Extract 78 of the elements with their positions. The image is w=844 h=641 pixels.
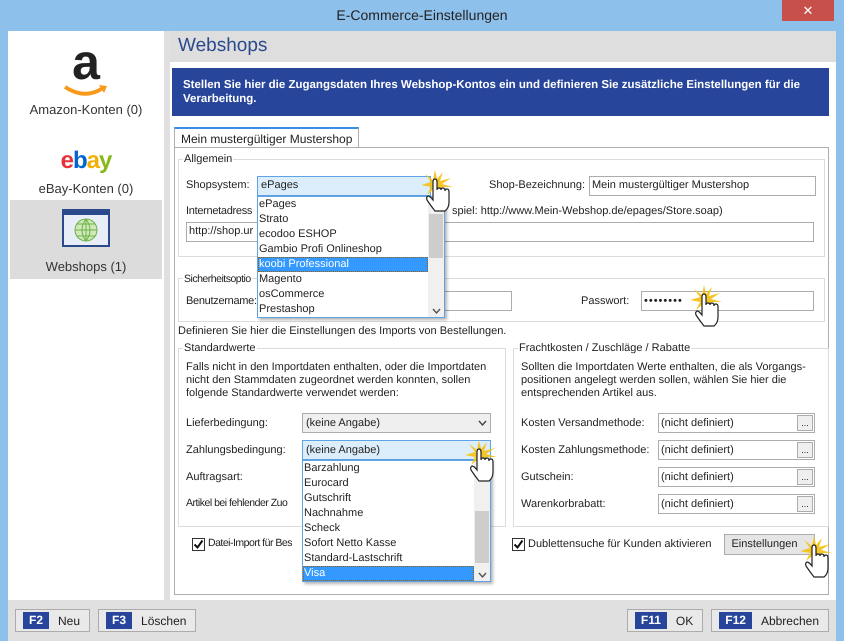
dropdown[interactable]: ePages bbox=[257, 176, 431, 196]
field-label: Zahlungsbedingung: bbox=[186, 442, 287, 458]
settings-button[interactable]: Einstellungen bbox=[724, 534, 816, 555]
text-field[interactable]: Mein mustergültiger Mustershop bbox=[589, 176, 816, 196]
chevron-down-icon bbox=[478, 420, 487, 426]
dropdown-option[interactable]: Barzahlung bbox=[303, 460, 474, 476]
key-badge: F12 bbox=[719, 612, 752, 629]
group-title: Sicherheitsoptio bbox=[184, 272, 251, 284]
field-label: Lieferbedingung: bbox=[186, 416, 269, 430]
checkbox-label: Datei-Import für Bes bbox=[208, 536, 292, 552]
chevron-down-icon[interactable] bbox=[432, 308, 441, 314]
key-badge: F3 bbox=[106, 612, 132, 629]
info-banner: Stellen Sie hier die Zugangsdaten Ihres Webshop-Kontos ein und definieren Sie zusätzliche Einstellungen für die Verarbeitung. bbox=[172, 68, 829, 116]
lookup-field[interactable]: (nicht definiert) ... bbox=[658, 494, 815, 514]
close-button[interactable]: ✕ bbox=[782, 0, 834, 21]
lookup-field[interactable]: (nicht definiert) ... bbox=[658, 466, 815, 487]
checkbox[interactable] bbox=[192, 538, 205, 551]
browser-globe-icon bbox=[62, 209, 110, 247]
group-title: Allgemein bbox=[184, 153, 232, 165]
key-badge: F2 bbox=[23, 612, 50, 629]
window-title: E-Commerce-Einstellungen bbox=[336, 6, 508, 25]
group-title: Frachtkosten / Zuschläge / Rabatte bbox=[519, 342, 690, 354]
field-label: Auftragsart: bbox=[186, 470, 243, 484]
field-label: Gutschein: bbox=[521, 470, 575, 484]
field-label: Benutzername: bbox=[186, 295, 257, 307]
lookup-field[interactable]: (nicht definiert) ... bbox=[658, 412, 815, 433]
footer-button[interactable]: F11 OK bbox=[626, 609, 704, 632]
description-text: Sollten die Importdaten Werte enthalten, die als Vorgangs-positionen angelegt werden sollen, wählen Sie hier die entsprechenden Artikel aus. bbox=[521, 360, 807, 400]
chevron-down-icon[interactable] bbox=[478, 572, 487, 578]
dropdown-option[interactable]: Gambio Profi Onlineshop bbox=[258, 242, 428, 256]
footer-button[interactable]: F2 Neu bbox=[15, 609, 90, 632]
browse-button[interactable]: ... bbox=[797, 442, 813, 458]
sidebar-item[interactable]: Webshops (1) bbox=[10, 200, 162, 278]
footer-button[interactable]: F12 Abbrechen bbox=[711, 609, 829, 632]
dropdown-option[interactable]: Magento bbox=[258, 272, 428, 286]
browse-button[interactable]: ... bbox=[797, 414, 813, 431]
dropdown[interactable]: (keine Angabe) bbox=[302, 412, 491, 433]
description-text: Falls nicht in den Importdaten enthalten, oder die Importdaten nicht den Stammdaten zugeordnet werden konnten, sollen folgende Standardwerte verwendet werden: bbox=[186, 360, 488, 400]
dropdown-option[interactable]: Scheck bbox=[303, 520, 474, 536]
field-label: Passwort: bbox=[581, 294, 630, 309]
page-heading: Webshops bbox=[178, 34, 268, 58]
dropdown-option[interactable]: Standard-Lastschrift bbox=[303, 550, 474, 566]
dropdown-option[interactable]: ecodoo ESHOP bbox=[258, 226, 428, 242]
dropdown-option[interactable]: Eurocard bbox=[303, 476, 474, 491]
dropdown-option[interactable]: osCommerce bbox=[258, 286, 428, 302]
dropdown-option[interactable]: Nachnahme bbox=[303, 506, 474, 521]
field-label: Shop-Bezeichnung: bbox=[489, 178, 586, 194]
field-label: Kosten Zahlungsmethode: bbox=[521, 442, 650, 458]
scrollbar-thumb[interactable] bbox=[429, 214, 443, 258]
dropdown-option[interactable]: Prestashop bbox=[258, 302, 428, 316]
field-label: Warenkorbrabatt: bbox=[521, 496, 607, 512]
footer-button[interactable]: F3 Löschen bbox=[98, 609, 196, 632]
dropdown-option[interactable]: Gutschrift bbox=[303, 490, 474, 506]
smile-arrow-icon bbox=[63, 84, 109, 98]
sidebar-label: eBay-Konten (0) bbox=[38, 180, 134, 198]
dropdown-option[interactable]: Sofort Netto Kasse bbox=[303, 536, 474, 551]
dropdown-option[interactable]: ePages bbox=[258, 196, 428, 212]
dropdown[interactable]: (keine Angabe) bbox=[302, 440, 491, 460]
hint-text: spiel: http://www.Mein-Webshop.de/epages/Store.soap) bbox=[452, 204, 723, 220]
field-label: Internetadress bbox=[186, 204, 254, 220]
sidebar-label: Amazon-Konten (0) bbox=[30, 101, 142, 119]
browse-button[interactable]: ... bbox=[797, 468, 813, 485]
logo-letter: a bbox=[72, 40, 100, 84]
group-title: Standardwerte bbox=[184, 342, 256, 354]
password-field[interactable]: •••••••• bbox=[641, 291, 814, 312]
browse-button[interactable]: ... bbox=[797, 496, 813, 512]
field-label: Artikel bei fehlender Zuo bbox=[186, 496, 288, 511]
lookup-field[interactable]: (nicht definiert) ... bbox=[658, 440, 815, 460]
sidebar-label: Webshops (1) bbox=[46, 258, 126, 276]
field-label: Shopsystem: bbox=[186, 178, 251, 194]
scrollbar-thumb[interactable] bbox=[475, 510, 489, 563]
logo-text: ebay bbox=[60, 146, 112, 176]
info-text: Definieren Sie hier die Einstellungen des Imports von Bestellungen. bbox=[178, 324, 506, 339]
field-label: Kosten Versandmethode: bbox=[521, 416, 646, 430]
tab[interactable]: Mein mustergültiger Mustershop bbox=[174, 127, 360, 148]
checkbox-label: Dublettensuche für Kunden aktivieren bbox=[528, 537, 712, 552]
key-badge: F11 bbox=[634, 612, 667, 629]
checkbox[interactable] bbox=[512, 538, 525, 551]
